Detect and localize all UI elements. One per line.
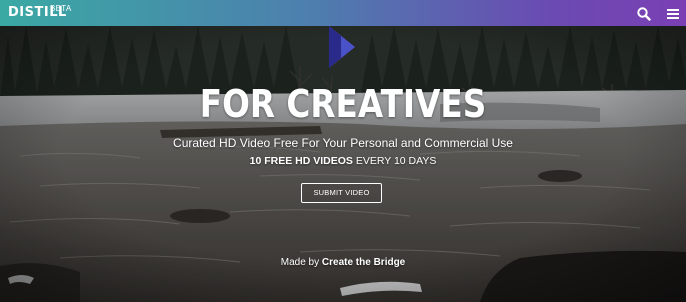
hamburger-menu-icon[interactable] <box>667 7 679 19</box>
hero-promo: 10 FREE HD VIDEOS EVERY 10 DAYS <box>0 155 686 168</box>
top-navigation-bar: DISTILL BETA <box>0 0 686 26</box>
promo-strong-text: 10 FREE HD VIDEOS <box>249 155 353 167</box>
hero-headline: FOR CREATIVES <box>199 82 487 126</box>
promo-rest-text: EVERY 10 DAYS <box>352 155 437 167</box>
submit-video-button[interactable]: SUBMIT VIDEO <box>301 183 382 203</box>
distill-logo-mark-icon <box>327 26 357 68</box>
create-the-bridge-link[interactable]: Create the Bridge <box>322 257 405 268</box>
search-icon[interactable] <box>636 6 652 22</box>
hero-subheadline: Curated HD Video Free For Your Personal … <box>173 136 513 150</box>
made-by-prefix: Made by <box>280 257 322 268</box>
made-by-credit: Made by Create the Bridge <box>0 256 686 269</box>
beta-label: BETA <box>50 4 72 13</box>
